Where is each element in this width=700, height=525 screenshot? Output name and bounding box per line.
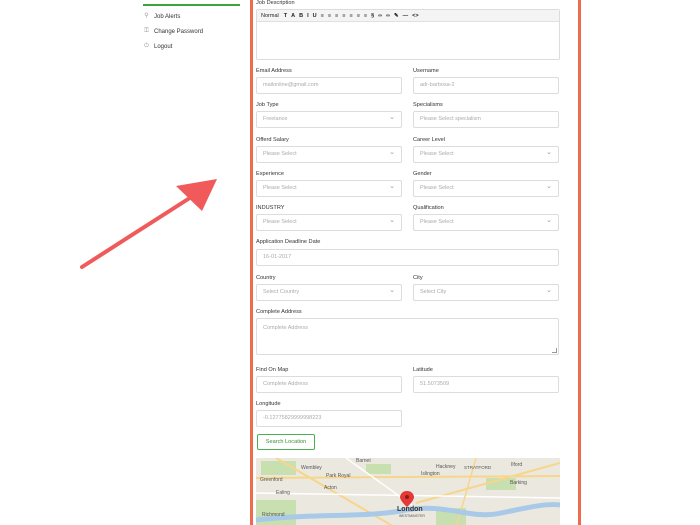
sidebar-item-change-password[interactable]: ⚿ Change Password — [143, 24, 240, 39]
sidebar-item-label: Logout — [154, 43, 173, 50]
latitude-label: Latitude — [413, 367, 433, 373]
park-area — [261, 461, 296, 475]
job-type-label: Job Type — [256, 102, 279, 108]
city-select[interactable]: Select City — [413, 284, 559, 301]
map-canvas[interactable]: Wembley Barnet Greenford Park Royal Eali… — [256, 458, 560, 525]
country-select[interactable]: Select Country — [256, 284, 402, 301]
offered-salary-select[interactable]: Please Select — [256, 146, 402, 163]
toolbar-button[interactable]: ≡ — [321, 13, 324, 19]
toolbar-button[interactable]: B — [299, 13, 303, 19]
sidebar-item-label: Change Password — [154, 28, 204, 35]
map-label: Islington — [421, 471, 440, 477]
toolbar-button[interactable]: ≡ — [328, 13, 331, 19]
toolbar-button[interactable]: ≡ — [335, 13, 338, 19]
map-label: Richmond — [262, 512, 285, 518]
specialisms-label: Specialisms — [413, 102, 443, 108]
address-textarea[interactable]: Complete Address — [256, 318, 559, 355]
find-on-map-label: Find On Map — [256, 367, 289, 373]
toolbar-button[interactable]: ∞ — [378, 13, 382, 19]
map-label: Acton — [324, 485, 337, 491]
email-field[interactable]: mailonline@gmail.com — [256, 77, 402, 94]
map-city-label: London — [397, 506, 423, 513]
format-dropdown[interactable]: Normal — [261, 13, 279, 19]
industry-label: INDUSTRY — [256, 205, 285, 211]
sidebar-item-logout[interactable]: ⏻ Logout — [143, 39, 240, 54]
map-label: Greenford — [260, 477, 283, 483]
find-on-map-field[interactable]: Complete Address — [256, 376, 402, 393]
career-level-select[interactable]: Please Select — [413, 146, 559, 163]
sidebar-active-indicator — [143, 4, 240, 6]
longitude-field[interactable]: -0.12775829999998223 — [256, 410, 402, 427]
sidebar-item-job-alerts[interactable]: ⚲ Job Alerts — [143, 9, 240, 24]
job-description-label: Job Description — [256, 0, 295, 6]
toolbar-button[interactable]: ≡ — [342, 13, 345, 19]
toolbar-button[interactable]: A — [291, 13, 295, 19]
latitude-field[interactable]: 51.5073509 — [413, 376, 559, 393]
country-label: Country — [256, 275, 276, 281]
career-level-label: Career Level — [413, 137, 446, 143]
username-field[interactable]: adr-barbosa-2 — [413, 77, 559, 94]
industry-select[interactable]: Please Select — [256, 214, 402, 231]
deadline-label: Application Deadline Date — [256, 239, 321, 245]
location-map[interactable]: Wembley Barnet Greenford Park Royal Eali… — [256, 458, 560, 525]
qualification-select[interactable]: Please Select — [413, 214, 559, 231]
city-label: City — [413, 275, 423, 281]
toolbar-button[interactable]: U — [313, 13, 317, 19]
toolbar-button[interactable]: ✎ — [394, 13, 399, 19]
editor-toolbar: Normal T A B I U ≡ ≡ ≡ ≡ ≡ ≡ ≡ § ∞ ∞ ✎ —… — [257, 10, 559, 22]
job-description-editor[interactable]: Normal T A B I U ≡ ≡ ≡ ≡ ≡ ≡ ≡ § ∞ ∞ ✎ —… — [256, 9, 560, 60]
toolbar-button[interactable]: ∞ — [386, 13, 390, 19]
map-label: Park Royal — [326, 473, 350, 479]
map-label: Hackney — [436, 464, 456, 470]
map-label: Barking — [510, 480, 527, 486]
map-label: STRATFORD — [464, 465, 492, 470]
map-label: WESTMINSTER — [399, 514, 425, 518]
account-sidebar: ⚲ Job Alerts ⚿ Change Password ⏻ Logout — [143, 0, 240, 54]
address-label: Complete Address — [256, 309, 302, 315]
search-location-button[interactable]: Search Location — [257, 434, 315, 450]
toolbar-button[interactable]: T — [284, 13, 287, 19]
toolbar-button[interactable]: — — [403, 13, 409, 19]
experience-label: Experience — [256, 171, 284, 177]
toolbar-button[interactable]: ≡ — [364, 13, 367, 19]
toolbar-button[interactable]: ≡ — [349, 13, 352, 19]
map-label: Wembley — [301, 465, 322, 471]
deadline-field[interactable]: 16-01-2017 — [256, 249, 559, 266]
toolbar-button[interactable]: <> — [412, 13, 418, 19]
map-label: Barnet — [356, 458, 371, 464]
map-label: Ilford — [511, 462, 522, 468]
qualification-label: Qualification — [413, 205, 444, 211]
park-area — [366, 464, 391, 474]
specialisms-field[interactable]: Please Select specialism — [413, 111, 559, 128]
gender-select[interactable]: Please Select — [413, 180, 559, 197]
offered-salary-label: Offerd Salary — [256, 137, 289, 143]
bell-icon: ⚲ — [144, 13, 149, 19]
map-label: Ealing — [276, 490, 290, 496]
gender-label: Gender — [413, 171, 432, 177]
username-label: Username — [413, 68, 439, 74]
toolbar-button[interactable]: ≡ — [357, 13, 360, 19]
toolbar-button[interactable]: § — [371, 13, 374, 19]
email-label: Email Address — [256, 68, 292, 74]
lock-icon: ⚿ — [144, 28, 149, 34]
toolbar-button[interactable]: I — [307, 13, 309, 19]
job-type-select[interactable]: Freelance — [256, 111, 402, 128]
experience-select[interactable]: Please Select — [256, 180, 402, 197]
longitude-label: Longitude — [256, 401, 281, 407]
sidebar-item-label: Job Alerts — [154, 13, 181, 20]
power-icon: ⏻ — [144, 43, 149, 49]
